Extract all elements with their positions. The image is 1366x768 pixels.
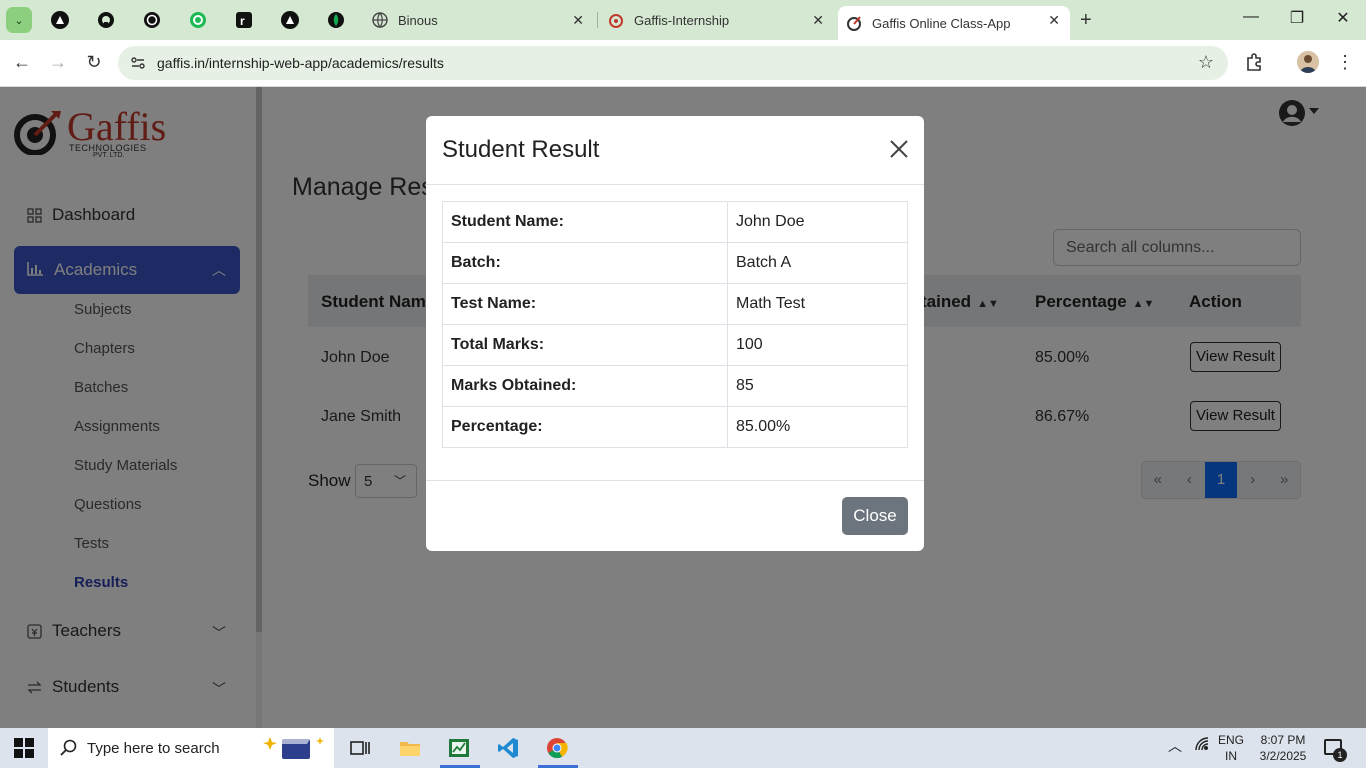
network-button[interactable]	[1194, 736, 1210, 755]
avatar	[1297, 51, 1319, 73]
close-tab-icon[interactable]: ✕	[812, 12, 824, 29]
table-row: Student Name: John Doe	[442, 201, 908, 243]
pinned-tab-r[interactable]: r	[233, 9, 255, 31]
table-row: Batch: Batch A	[442, 242, 908, 284]
chrome-icon	[547, 738, 568, 759]
profile-avatar-button[interactable]	[1297, 51, 1319, 73]
table-row: Percentage: 85.00%	[442, 406, 908, 448]
site-settings-icon[interactable]	[130, 55, 146, 71]
vscode-icon	[498, 738, 518, 758]
wifi-icon	[1195, 737, 1209, 751]
address-bar[interactable]: gaffis.in/internship-web-app/academics/r…	[118, 46, 1228, 80]
language-indicator[interactable]: ENG IN	[1216, 732, 1246, 764]
task-view-icon	[350, 741, 370, 755]
result-label: Student Name:	[442, 201, 728, 243]
student-result-modal: Student Result Student Name: John Doe Ba…	[426, 116, 924, 551]
gaffis-favicon-icon	[609, 14, 623, 28]
result-value: 85	[727, 365, 908, 407]
green-circle-icon	[190, 12, 206, 28]
tab-search-button[interactable]: ⌄	[6, 7, 32, 33]
notification-count-badge: 1	[1333, 748, 1347, 762]
language-code: ENG	[1217, 733, 1244, 747]
pinned-tab-mongodb[interactable]	[325, 9, 347, 31]
region-code: IN	[1225, 749, 1237, 763]
result-label: Percentage:	[442, 406, 728, 448]
tab-title: Gaffis-Internship	[634, 12, 730, 28]
github-icon	[98, 12, 114, 28]
restore-button[interactable]: ❐	[1282, 8, 1312, 28]
taskbar-search-box[interactable]: Type here to search	[48, 728, 334, 768]
new-tab-button[interactable]: +	[1080, 9, 1092, 32]
result-value: Math Test	[727, 283, 908, 325]
leaf-icon	[328, 12, 344, 28]
puzzle-icon	[1247, 53, 1261, 71]
pinned-tab-openai[interactable]	[141, 9, 163, 31]
result-value: John Doe	[727, 201, 908, 243]
globe-icon	[372, 12, 388, 28]
modal-footer: Close	[426, 480, 924, 551]
browser-menu-button[interactable]: ⋮	[1336, 52, 1354, 73]
tab-gaffis-internship[interactable]: Gaffis-Internship ✕	[598, 0, 834, 40]
windows-start-icon[interactable]	[14, 738, 34, 758]
minimize-button[interactable]: —	[1236, 8, 1266, 26]
url-text: gaffis.in/internship-web-app/academics/r…	[157, 55, 444, 71]
openai-icon	[144, 12, 160, 28]
chrome-button[interactable]	[543, 734, 571, 762]
clock[interactable]: 8:07 PM 3/2/2025	[1254, 732, 1312, 764]
web-page: Gaffis TECHNOLOGIES PVT. LTD. Dashboard …	[0, 87, 1366, 728]
result-label: Test Name:	[442, 283, 728, 325]
gaffis-favicon-icon	[847, 16, 861, 31]
close-button[interactable]: Close	[842, 497, 908, 535]
close-icon[interactable]	[888, 138, 910, 160]
search-icon	[60, 739, 77, 756]
r-logo-icon: r	[236, 12, 252, 28]
modal-title: Student Result	[442, 136, 600, 163]
close-tab-icon[interactable]: ✕	[1048, 12, 1060, 29]
table-row: Test Name: Math Test	[442, 283, 908, 325]
show-hidden-icons-button[interactable]: ︿	[1168, 736, 1182, 756]
result-value: Batch A	[727, 242, 908, 284]
result-value: 100	[727, 324, 908, 366]
taskbar-search-placeholder: Type here to search	[87, 740, 220, 757]
modal-header: Student Result	[426, 116, 924, 185]
result-value: 85.00%	[727, 406, 908, 448]
pinned-tab-1[interactable]	[49, 9, 71, 31]
table-row: Marks Obtained: 85	[442, 365, 908, 407]
svg-text:r: r	[240, 14, 245, 28]
triangle-logo-icon	[51, 11, 69, 29]
back-button[interactable]: ←	[10, 52, 34, 73]
task-view-button[interactable]	[346, 734, 374, 762]
search-highlight-icon	[263, 737, 324, 759]
pinned-tab-2[interactable]	[279, 9, 301, 31]
result-details-table: Student Name: John Doe Batch: Batch A Te…	[442, 201, 908, 448]
browser-tab-strip: ⌄ r Binous ✕ Gaffis-Internship ✕ Gaffis …	[0, 0, 1366, 40]
file-explorer-button[interactable]	[396, 734, 424, 762]
bookmark-star-icon[interactable]: ☆	[1198, 52, 1214, 73]
vscode-button[interactable]	[494, 734, 522, 762]
folder-icon	[400, 742, 420, 756]
tab-gaffis-online-class-app[interactable]: Gaffis Online Class-App ✕	[838, 6, 1070, 40]
forward-button[interactable]: →	[46, 52, 70, 73]
triangle-logo-icon	[281, 11, 299, 29]
tab-binous[interactable]: Binous ✕	[358, 0, 594, 40]
reload-button[interactable]: ↻	[82, 52, 106, 73]
spreadsheet-app-button[interactable]	[445, 734, 473, 762]
chart-app-icon	[449, 739, 469, 757]
tab-title: Gaffis Online Class-App	[872, 15, 1011, 31]
window-close-button[interactable]: ✕	[1328, 8, 1358, 28]
result-label: Batch:	[442, 242, 728, 284]
extensions-button[interactable]	[1244, 52, 1264, 77]
tab-title: Binous	[398, 12, 438, 28]
windows-taskbar: Type here to search ︿ ENG IN 8:07 PM 3/2…	[0, 728, 1366, 768]
result-label: Total Marks:	[442, 324, 728, 366]
pinned-tab-green[interactable]	[187, 9, 209, 31]
browser-toolbar: ← → ↻ gaffis.in/internship-web-app/acade…	[0, 40, 1366, 87]
clock-date: 3/2/2025	[1259, 749, 1307, 763]
pinned-tab-github[interactable]	[95, 9, 117, 31]
clock-time: 8:07 PM	[1260, 733, 1306, 747]
table-row: Total Marks: 100	[442, 324, 908, 366]
result-label: Marks Obtained:	[442, 365, 728, 407]
close-tab-icon[interactable]: ✕	[572, 12, 584, 29]
